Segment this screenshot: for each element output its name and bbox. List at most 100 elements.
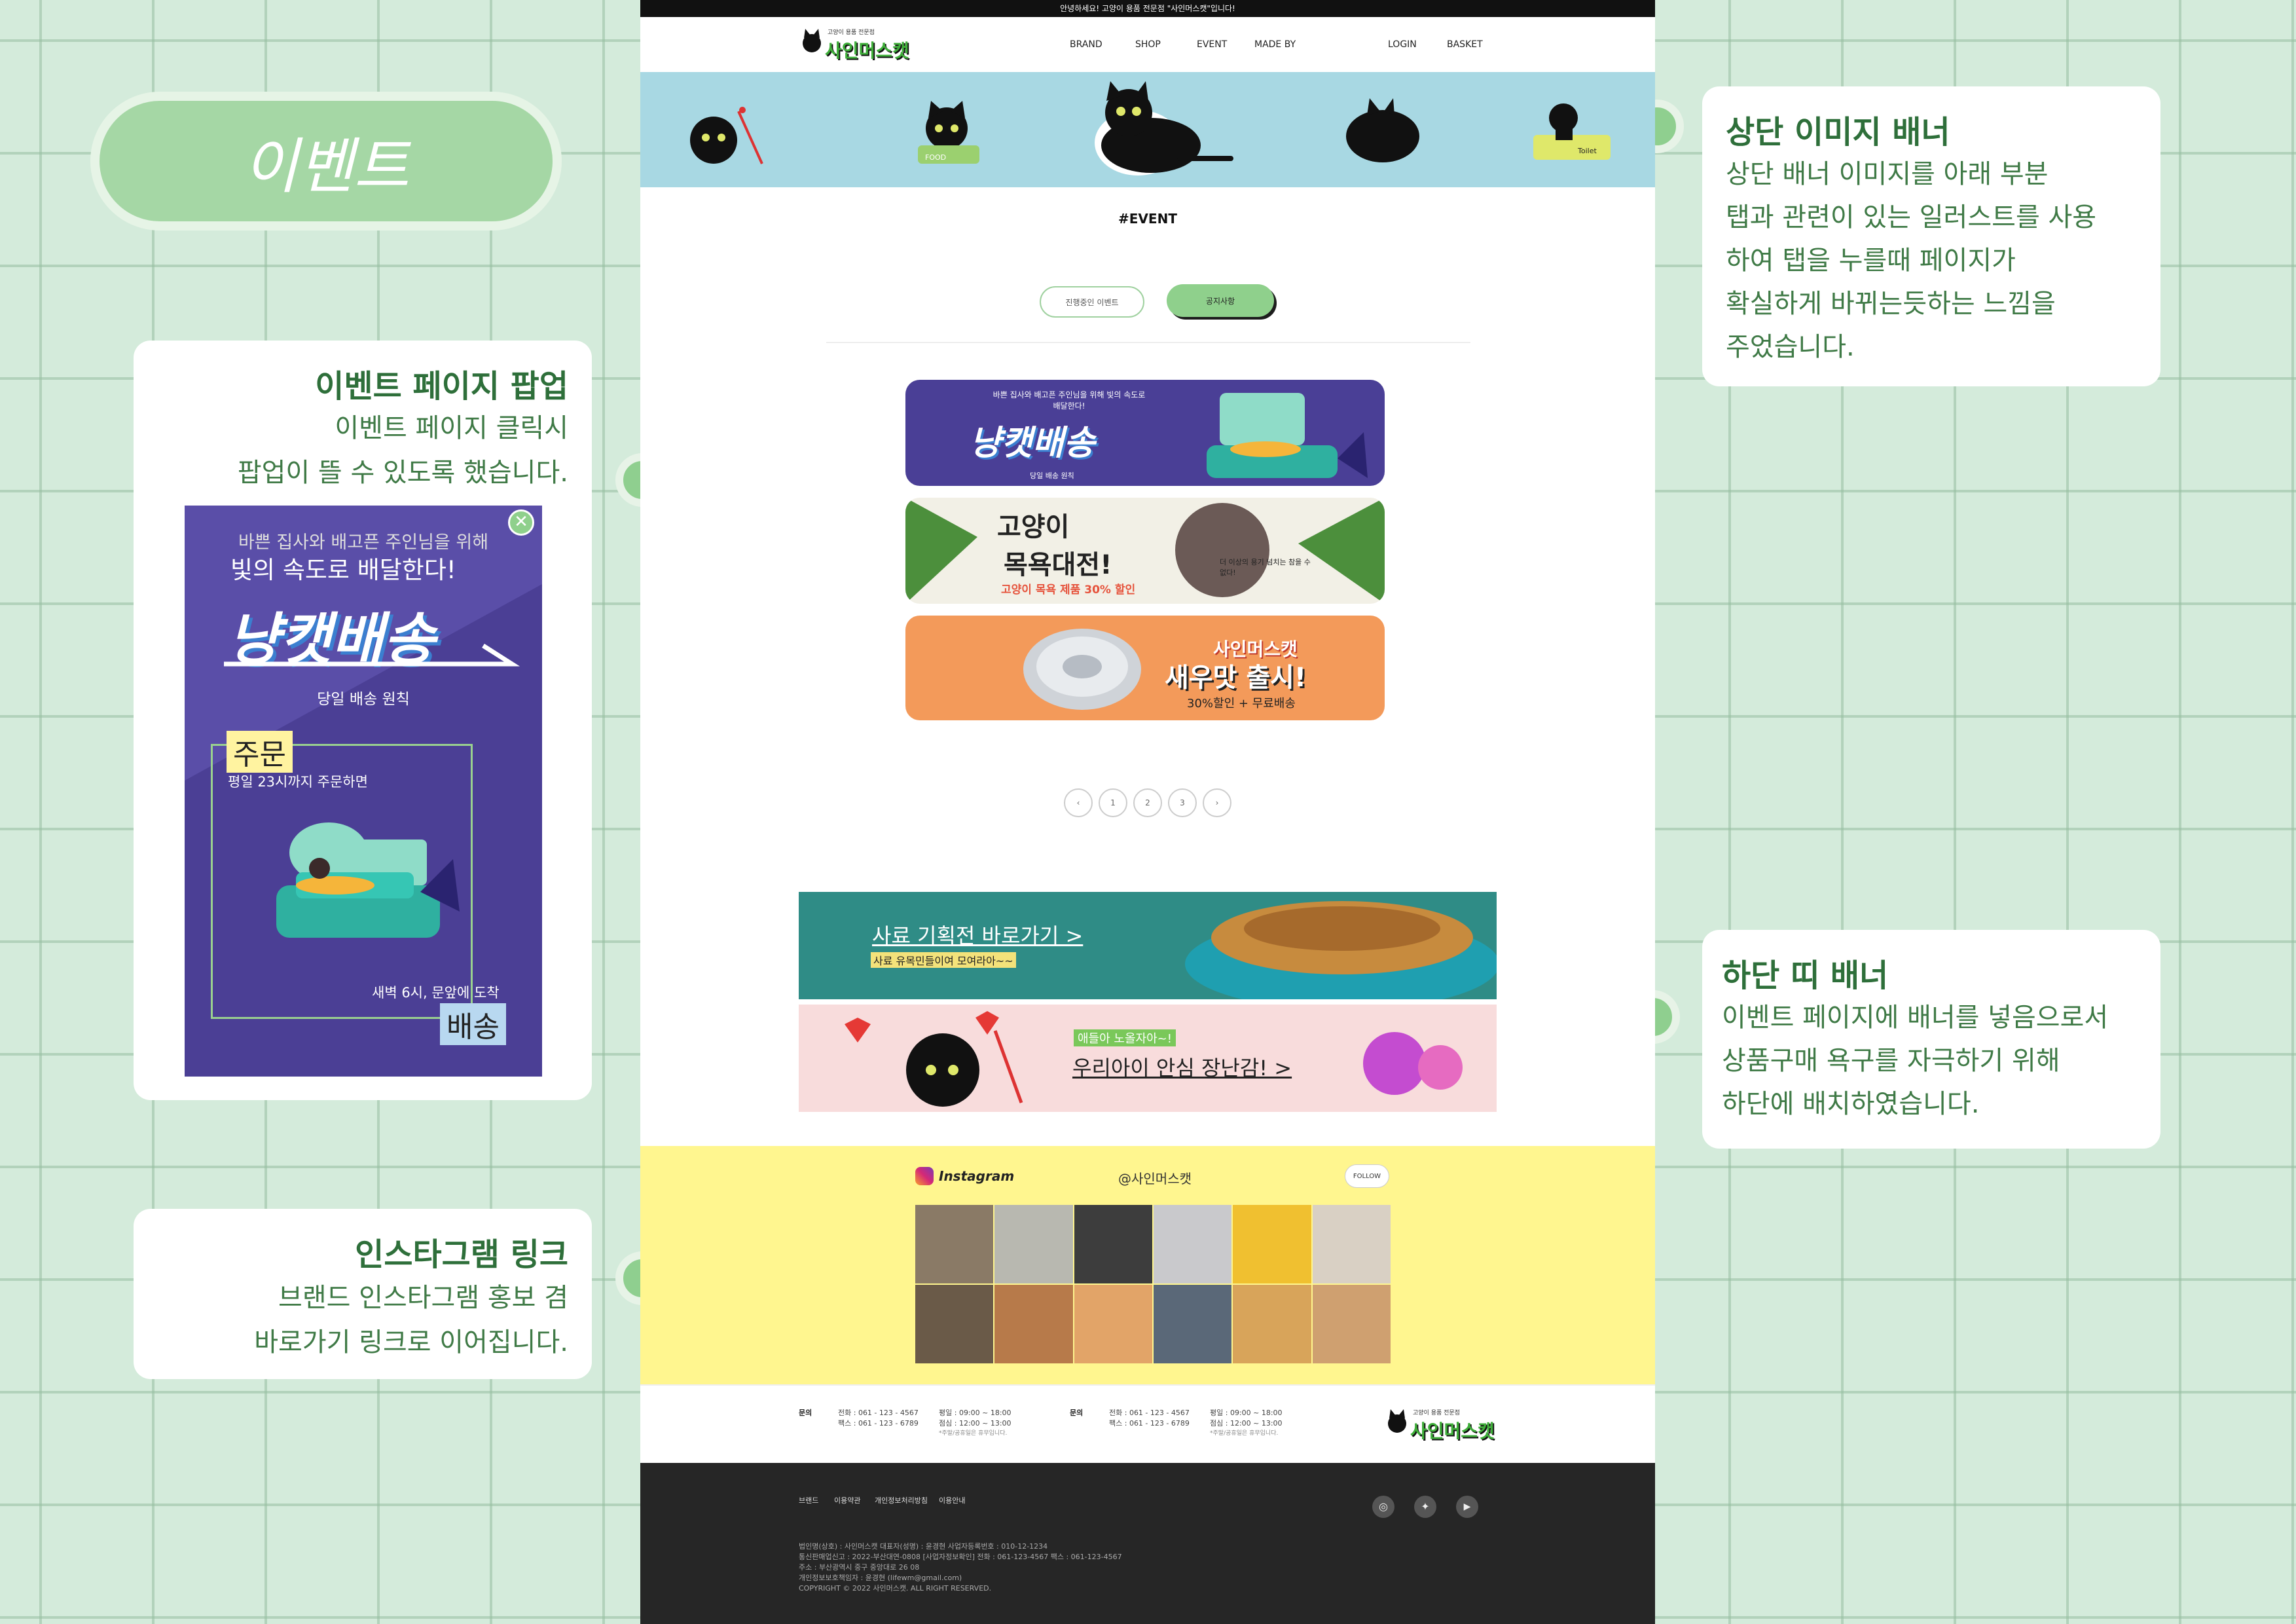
palm-leaves-illustration (905, 498, 1385, 604)
can-illustration (1023, 629, 1141, 710)
pagination-page-3[interactable]: 3 (1168, 788, 1197, 817)
annotation-heading: 이벤트 페이지 팝업 (315, 368, 568, 405)
food-bowl-illustration (1185, 901, 1497, 999)
nav-login[interactable]: LOGIN (1388, 39, 1417, 50)
cat-toilet-icon (1533, 103, 1611, 160)
nav-event[interactable]: EVENT (1197, 39, 1227, 50)
event-banner-delivery[interactable]: 바쁜 집사와 배고픈 주인님을 위해 빛의 속도로 배달한다! 냥캣배송 당일 … (905, 380, 1385, 486)
strip-banner-toy[interactable]: 애들아 노올자아~! 우리아이 안심 장난감! > (799, 1005, 1497, 1112)
popup-line2: 빛의 속도로 배달한다! (230, 556, 456, 584)
annotation-line: 이벤트 페이지에 배너를 넣음으로서 (1722, 1003, 2109, 1033)
popup-order-tag: 주문 (227, 731, 293, 773)
copyright: COPYRIGHT © 2022 사인머스캣. ALL RIGHT RESERV… (799, 1584, 992, 1593)
footer-link-terms[interactable]: 이용약관 (834, 1496, 860, 1505)
annotation-bottom-banner-card: 하단 띠 배너 이벤트 페이지에 배너를 넣음으로서 상품구매 욕구를 자극하기… (1702, 930, 2160, 1149)
pagination-prev[interactable]: ‹ (1064, 788, 1093, 817)
banner-sub: 30%할인 + 무료배송 (1187, 697, 1296, 710)
contact-lunch: 점심 : 12:00 ~ 13:00 (1210, 1419, 1283, 1428)
banner-title1: 고양이 (997, 512, 1070, 542)
tab-notice[interactable]: 공지사항 (1167, 284, 1274, 317)
instagram-photo[interactable] (1154, 1285, 1232, 1363)
divider (826, 342, 1470, 343)
strip-banner-food[interactable]: 사료 기획전 바로가기 > 사료 유목민들이여 모여라아~~ (799, 892, 1497, 999)
instagram-photo[interactable] (1154, 1205, 1232, 1283)
instagram-photo[interactable] (1074, 1285, 1152, 1363)
logo[interactable]: 고양이 용품 전문점 사인머스캣 (799, 25, 910, 64)
toilet-label: Toilet (1578, 147, 1597, 155)
cat-back-icon (1346, 98, 1419, 162)
annotation-heading: 상단 이미지 배너 (1726, 114, 1950, 151)
popup-order-text: 평일 23시까지 주문하면 (228, 774, 368, 790)
company-info: 개인정보보호책임자 : 윤경현 (lifewm@gmail.com) (799, 1574, 962, 1582)
cat-logo-icon (1388, 1409, 1406, 1433)
annotation-line: 상품구매 욕구를 자극하기 위해 (1722, 1046, 2060, 1076)
event-banner-shrimp[interactable]: 사인머스캣 새우맛 출시! 30%할인 + 무료배송 (905, 616, 1385, 720)
tab-ongoing-events[interactable]: 진행중인 이벤트 (1040, 286, 1144, 318)
instagram-handle[interactable]: @사인머스캣 (1118, 1168, 1192, 1187)
banner-top-text: 바쁜 집사와 배고픈 주인님을 위해 빛의 속도로 배달한다! (993, 390, 1146, 411)
instagram-photo[interactable] (1233, 1285, 1311, 1363)
banner-sub: 당일 배송 원칙 (1030, 471, 1074, 480)
company-info: 통신판매업신고 : 2022-부산대연-0808 [사업자정보확인] 전화 : … (799, 1553, 1122, 1561)
annotation-line: 이벤트 페이지 클릭시 (335, 413, 568, 443)
pagination-page-1[interactable]: 1 (1099, 788, 1127, 817)
footer-logo[interactable]: 고양이 용품 전문점 사인머스캣 (1384, 1405, 1495, 1445)
banner-side-text: 더 이상의 용기 넘치는 참을 수 없다! (1220, 558, 1311, 577)
instagram-grid (915, 1205, 1391, 1363)
contact-fax: 팩스 : 061 - 123 - 6789 (1109, 1419, 1190, 1428)
instagram-photo[interactable] (1312, 1205, 1391, 1283)
popup-deliver-tag: 배송 (440, 1003, 506, 1045)
contact-label: 문의 (1070, 1409, 1084, 1417)
nav-madeby[interactable]: MADE BY (1254, 39, 1296, 50)
follow-button[interactable]: FOLLOW (1345, 1164, 1389, 1188)
close-icon[interactable]: ✕ (508, 509, 534, 536)
page-title: 이벤트 (90, 92, 562, 231)
instagram-photo[interactable] (915, 1205, 994, 1283)
instagram-label: Instagram (939, 1168, 1015, 1184)
logo-tagline: 고양이 용품 전문점 (828, 29, 875, 36)
instagram-photo[interactable] (1312, 1285, 1391, 1363)
annotation-line: 브랜드 인스타그램 홍보 겸 (278, 1283, 568, 1313)
youtube-icon[interactable]: ▶ (1456, 1496, 1478, 1518)
annotation-heading: 인스타그램 링크 (355, 1236, 568, 1273)
instagram-photo[interactable] (994, 1205, 1073, 1283)
instagram-icon[interactable]: ◎ (1372, 1496, 1394, 1518)
website-mockup: 안녕하세요! 고양이 용품 전문점 "사인머스캣"입니다! 고양이 용품 전문점… (640, 0, 1655, 1624)
instagram-section: Instagram @사인머스캣 FOLLOW (640, 1146, 1655, 1384)
food-label: FOOD (925, 153, 947, 162)
instagram-icon[interactable] (915, 1167, 934, 1185)
banner-title: 냥캣배송 (970, 424, 1095, 463)
contact-lunch: 점심 : 12:00 ~ 13:00 (939, 1419, 1011, 1428)
sofa-illustration (276, 822, 460, 938)
nav-basket[interactable]: BASKET (1447, 39, 1483, 50)
contact-phone: 전화 : 061 - 123 - 4567 (838, 1409, 919, 1417)
cat-with-toy-icon (690, 107, 763, 164)
logo-text: 사인머스캣 (1410, 1420, 1495, 1442)
annotation-line: 하단에 배치하였습니다. (1722, 1089, 1980, 1119)
annotation-instagram-card: 인스타그램 링크 브랜드 인스타그램 홍보 겸 바로가기 링크로 이어집니다. (134, 1209, 592, 1379)
sofa-illustration (1207, 393, 1368, 478)
twitter-icon[interactable]: ✦ (1414, 1496, 1436, 1518)
instagram-photo[interactable] (1074, 1205, 1152, 1283)
annotation-line: 탭과 관련이 있는 일러스트를 사용 (1726, 202, 2097, 232)
event-popup: 바쁜 집사와 배고픈 주인님을 위해 빛의 속도로 배달한다! 냥캣배송 당일 … (185, 506, 542, 1077)
footer-link-brand[interactable]: 브랜드 (799, 1496, 818, 1505)
strip-title: 사료 기획전 바로가기 > (872, 923, 1084, 948)
company-info: 법인명(상호) : 사인머스캣 대표자(성명) : 윤경현 사업자등록번호 : … (799, 1542, 1048, 1551)
annotation-heading: 하단 띠 배너 (1722, 957, 1889, 994)
pagination-page-2[interactable]: 2 (1133, 788, 1162, 817)
instagram-photo[interactable] (1233, 1205, 1311, 1283)
cat-logo-icon (803, 29, 821, 52)
nav-brand[interactable]: BRAND (1070, 39, 1102, 50)
company-info: 주소 : 부산광역시 중구 중앙대로 26 08 (799, 1563, 920, 1572)
event-banner-bath[interactable]: 고양이 목욕대전! 고양이 목욕 제품 30% 할인 더 이상의 용기 넘치는 … (905, 498, 1385, 604)
instagram-photo[interactable] (915, 1285, 994, 1363)
pagination-next[interactable]: › (1203, 788, 1231, 817)
annotation-line: 상단 배너 이미지를 아래 부분 (1726, 159, 2049, 189)
footer-link-guide[interactable]: 이용안내 (939, 1496, 965, 1505)
nav-shop[interactable]: SHOP (1135, 39, 1161, 50)
instagram-photo[interactable] (994, 1285, 1073, 1363)
footer-link-privacy[interactable]: 개인정보처리방침 (875, 1496, 928, 1505)
annotation-line: 주었습니다. (1726, 332, 1855, 362)
annotation-top-banner-card: 상단 이미지 배너 상단 배너 이미지를 아래 부분 탭과 관련이 있는 일러스… (1702, 86, 2160, 386)
